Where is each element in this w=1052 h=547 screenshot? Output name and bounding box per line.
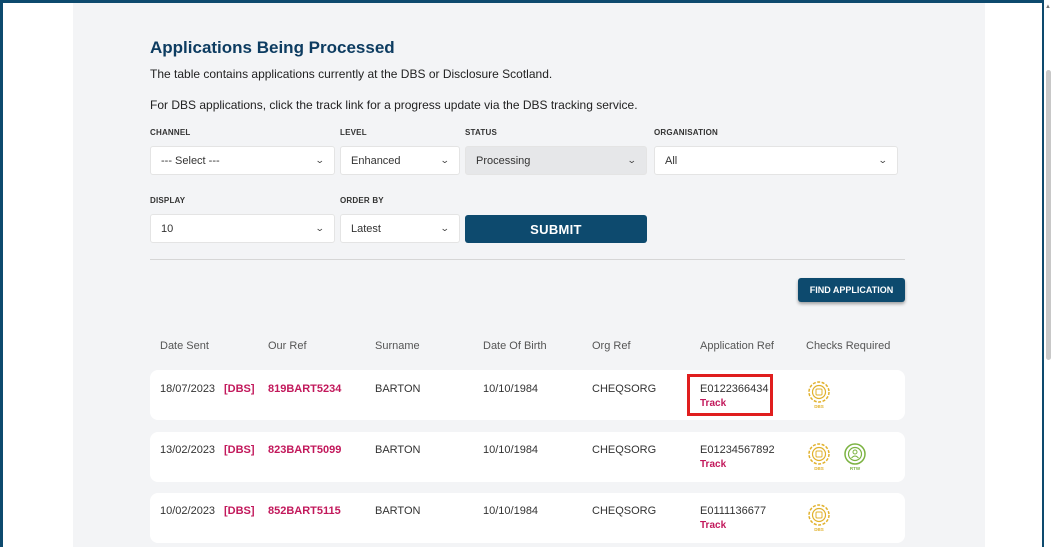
dbs-check-icon: DBS xyxy=(808,504,830,532)
chevron-down-icon: ⌄ xyxy=(878,155,889,165)
display-label: DISPLAY xyxy=(150,196,186,205)
status-value: Processing xyxy=(476,154,531,167)
table-row xyxy=(150,370,905,420)
organisation-value: All xyxy=(665,154,678,167)
order-by-label: ORDER BY xyxy=(340,196,384,205)
dbs-check-icon: DBS xyxy=(808,381,830,409)
org-ref: CHEQSORG xyxy=(592,383,657,395)
our-ref-link[interactable]: 852BART5115 xyxy=(268,505,341,517)
svg-text:RTW: RTW xyxy=(850,466,861,471)
surname: BARTON xyxy=(375,383,421,395)
date-sent: 13/02/2023 xyxy=(160,444,216,456)
intro-text-1: The table contains applications currentl… xyxy=(150,67,553,81)
submit-button[interactable]: SUBMIT xyxy=(465,215,647,243)
our-ref-link[interactable]: 823BART5099 xyxy=(268,444,341,456)
status-label: STATUS xyxy=(465,128,498,137)
channel-label: CHANNEL xyxy=(150,128,191,137)
channel-value: --- Select --- xyxy=(161,154,220,167)
scrollbar[interactable]: ▲ xyxy=(1044,0,1052,547)
application-ref: E01234567892 xyxy=(700,444,775,456)
find-application-button[interactable]: FIND APPLICATION xyxy=(798,278,905,302)
svg-text:DBS: DBS xyxy=(814,466,824,471)
chevron-down-icon: ⌄ xyxy=(315,155,326,165)
organisation-select[interactable]: All ⌄ xyxy=(654,146,898,175)
rtw-check-icon: RTW xyxy=(844,443,866,471)
highlight-box xyxy=(687,374,773,416)
order-by-value: Latest xyxy=(351,222,381,235)
header-application-ref: Application Ref xyxy=(700,340,774,352)
page-title: Applications Being Processed xyxy=(150,38,395,57)
svg-text:DBS: DBS xyxy=(814,527,824,532)
level-value: Enhanced xyxy=(351,154,401,167)
header-date-of-birth: Date Of Birth xyxy=(483,340,547,352)
date-of-birth: 10/10/1984 xyxy=(483,383,539,395)
chevron-down-icon: ⌄ xyxy=(440,155,451,165)
org-ref: CHEQSORG xyxy=(592,505,657,517)
track-link[interactable]: Track xyxy=(700,520,726,531)
chevron-down-icon: ⌄ xyxy=(440,223,451,233)
header-org-ref: Org Ref xyxy=(592,340,631,352)
svg-text:DBS: DBS xyxy=(814,404,824,409)
date-of-birth: 10/10/1984 xyxy=(483,505,539,517)
organisation-label: ORGANISATION xyxy=(654,128,719,137)
dbs-tag: [DBS] xyxy=(224,383,255,395)
chevron-down-icon: ⌄ xyxy=(627,155,638,165)
divider xyxy=(150,259,905,260)
table-row xyxy=(150,432,905,482)
scroll-up-icon[interactable]: ▲ xyxy=(1045,4,1051,10)
dbs-check-icon: DBS xyxy=(808,443,830,471)
date-sent: 18/07/2023 xyxy=(160,383,216,395)
org-ref: CHEQSORG xyxy=(592,444,657,456)
table-row xyxy=(150,493,905,543)
display-select[interactable]: 10 ⌄ xyxy=(150,214,335,243)
scrollbar-thumb[interactable] xyxy=(1046,70,1051,360)
dbs-tag: [DBS] xyxy=(224,505,255,517)
header-our-ref: Our Ref xyxy=(268,340,307,352)
display-value: 10 xyxy=(161,222,174,235)
date-of-birth: 10/10/1984 xyxy=(483,444,539,456)
channel-select[interactable]: --- Select --- ⌄ xyxy=(150,146,335,175)
status-select[interactable]: Processing ⌄ xyxy=(465,146,647,175)
dbs-tag: [DBS] xyxy=(224,444,255,456)
header-date-sent: Date Sent xyxy=(160,340,209,352)
header-checks-required: Checks Required xyxy=(806,340,891,352)
surname: BARTON xyxy=(375,444,421,456)
order-by-select[interactable]: Latest ⌄ xyxy=(340,214,460,243)
application-ref: E0111136677 xyxy=(700,505,767,517)
intro-text-2: For DBS applications, click the track li… xyxy=(150,98,638,112)
level-select[interactable]: Enhanced ⌄ xyxy=(340,146,460,175)
header-surname: Surname xyxy=(375,340,420,352)
track-link[interactable]: Track xyxy=(700,459,726,470)
our-ref-link[interactable]: 819BART5234 xyxy=(268,383,341,395)
surname: BARTON xyxy=(375,505,421,517)
level-label: LEVEL xyxy=(340,128,367,137)
date-sent: 10/02/2023 xyxy=(160,505,216,517)
chevron-down-icon: ⌄ xyxy=(315,223,326,233)
